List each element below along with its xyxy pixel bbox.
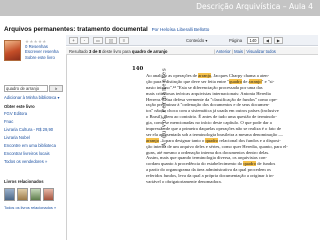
- seller-link-nobel[interactable]: Livraria Nobel: [4, 135, 30, 140]
- text-segment: tos" não se choca com a sistemática já u…: [146, 108, 279, 114]
- text-segment: de fundos: [256, 161, 276, 167]
- find-library-link[interactable]: Encontre em uma biblioteca: [4, 143, 56, 148]
- search-go-button[interactable]: Ir: [49, 85, 63, 92]
- search-highlight[interactable]: quadro: [229, 78, 242, 84]
- text-segment: " e "si-: [261, 78, 275, 84]
- page-number: 140: [132, 66, 144, 72]
- search-highlight[interactable]: quadro: [243, 161, 257, 167]
- text-segment: ção para a distinção que deve ser feita …: [146, 78, 230, 84]
- page-number-input[interactable]: 140: [247, 37, 259, 44]
- related-book-thumbnail[interactable]: [43, 188, 54, 201]
- text-segment: cordam quanto à procedência do estabelec…: [146, 161, 244, 167]
- seller-link-fnac[interactable]: Fnac: [4, 119, 13, 124]
- seller-link-fgv[interactable]: FGV Editora: [4, 111, 27, 116]
- get-book-heading: Obter este livro: [4, 104, 35, 109]
- text-segment: Herrera.²⁵ Sua defesa veemente da "class…: [146, 96, 278, 102]
- related-books-heading: Livros relacionados: [4, 179, 44, 184]
- text-segment: ração preliminar à "ordenação dos docume…: [146, 102, 270, 108]
- results-prefix: Resultado: [69, 48, 88, 54]
- slide-banner: Descrição Arquivística – Aula 4: [0, 0, 320, 16]
- search-highlight[interactable]: arranjo: [248, 78, 262, 84]
- search-highlight[interactable]: arranjo: [198, 73, 212, 78]
- about-book-link[interactable]: Sobre este livro: [25, 55, 59, 60]
- results-navigation: | Anterior | Mais | Visualizar todos: [214, 48, 276, 54]
- text-segment: mais criteriosas teóricas arquivistas in…: [146, 90, 271, 96]
- text-segment: de: [241, 78, 249, 84]
- two-page-view-button[interactable]: ▯▯: [105, 37, 117, 44]
- related-book-thumbnail[interactable]: [4, 188, 15, 201]
- local-sellers-link[interactable]: Encontrar livreiros locais: [4, 151, 50, 156]
- text-segment: variável o obrigatoriamente denomadora.: [146, 179, 222, 185]
- results-view-all-link[interactable]: Visualizar todos: [246, 49, 275, 54]
- zoom-out-button[interactable]: -: [80, 37, 89, 44]
- text-segment: Ao analisar as operações de: [146, 73, 199, 78]
- add-to-library-link[interactable]: Adicionar à Minha biblioteca ▾: [4, 95, 60, 100]
- search-highlight[interactable]: arranjo: [146, 137, 160, 143]
- previous-page-button[interactable]: ◀: [263, 37, 272, 44]
- text-segment: impressão de que a primeira daquelas ope…: [146, 126, 282, 132]
- review-block: ★★★★★ 0 Resenhas Escrever resenha Sobre …: [25, 39, 59, 60]
- text-segment: o Brasil). Bem ao contrário. É antes de …: [146, 114, 277, 120]
- slide-title: Descrição Arquivística – Aula 4: [196, 2, 313, 11]
- results-range: 3 de 8: [89, 48, 101, 54]
- text-segment: referidos fundos, leva da qual a própria…: [146, 173, 275, 179]
- results-prev-link[interactable]: Anterior: [216, 49, 231, 54]
- results-summary: Resultado 3 de 8 deste livro para quadro…: [69, 49, 168, 54]
- book-cover-image[interactable]: [4, 40, 21, 61]
- book-page-text: Ao analisar as operações de arranjo, Jac…: [146, 73, 316, 185]
- book-title: Arquivos permanentes: tratamento documen…: [4, 26, 209, 33]
- text-segment: ção interna de um arquivo deles e séries…: [146, 143, 288, 149]
- list-view-button[interactable]: ≡: [119, 37, 129, 44]
- page-label: Página: [229, 38, 243, 43]
- text-segment: ser ela apresentada sob a terminologia b…: [146, 131, 283, 137]
- related-book-thumbnail[interactable]: [17, 188, 28, 201]
- all-sellers-link[interactable]: Todos os vendedores »: [4, 159, 47, 164]
- text-segment: relacional dos fundos e a disposi-: [218, 137, 281, 143]
- all-related-books-link[interactable]: Todos os livros relacionados »: [4, 205, 56, 210]
- search-in-book-input[interactable]: quadro de arranjo: [4, 85, 48, 92]
- book-author-link[interactable]: Por Heloísa Liberalli Bellotto: [152, 27, 210, 32]
- text-segment: a partir do organograma da área administ…: [146, 167, 271, 173]
- text-segment: Assim, mais que quando terminologia dive…: [146, 155, 267, 161]
- search-results-bar: Resultado 3 de 8 deste livro para quadro…: [66, 47, 318, 55]
- page-text-line: variável o obrigatoriamente denomadora.: [146, 179, 316, 185]
- contents-dropdown[interactable]: Conteúdo ▾: [186, 38, 207, 43]
- viewer-divider: [66, 55, 67, 240]
- text-segment: gia, como se mencionadas no início deste…: [146, 120, 272, 126]
- results-in-label: deste livro para: [102, 48, 131, 54]
- write-review-link[interactable]: Escrever resenha: [25, 49, 59, 54]
- viewer-toolbar: + - ▭ ▯▯ ≡ Conteúdo ▾ Página 140 ◀ ▶: [66, 35, 318, 46]
- next-page-button[interactable]: ▶: [274, 37, 283, 44]
- related-book-thumbnail[interactable]: [30, 188, 41, 201]
- text-segment: — para designar tanto o: [159, 137, 206, 143]
- results-next-link[interactable]: Mais: [234, 49, 243, 54]
- results-query: quadro de arranjo: [131, 48, 168, 54]
- book-title-text: Arquivos permanentes: tratamento documen…: [4, 26, 148, 33]
- text-segment: nasio interno".²⁴ "Esta se diferenciação…: [146, 84, 263, 90]
- text-segment: guns, até mesmo a ordenação interna dos …: [146, 149, 270, 155]
- text-segment: , Jacques Charpy chama a aten-: [211, 73, 270, 78]
- seller-link-cultura[interactable]: Livraria Cultura - R$ 29,90: [4, 127, 53, 132]
- search-highlight[interactable]: quadro: [205, 137, 219, 143]
- zoom-in-button[interactable]: +: [69, 37, 78, 44]
- single-page-view-button[interactable]: ▭: [93, 37, 103, 44]
